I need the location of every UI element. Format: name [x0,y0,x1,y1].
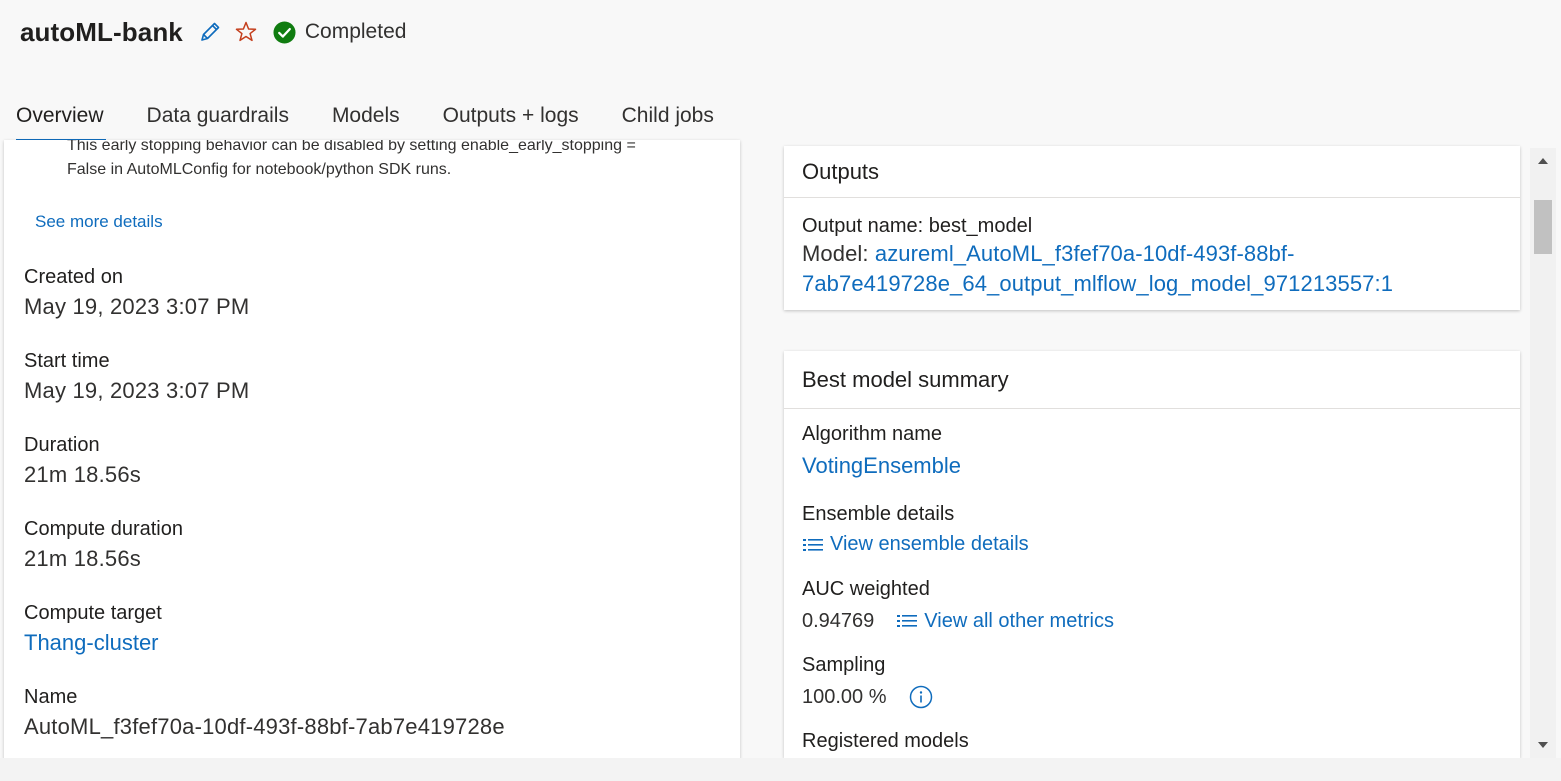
vertical-scrollbar[interactable] [1530,148,1556,758]
page-header: autoML-bank Completed Overview Data guar… [0,0,1561,142]
name-value: AutoML_f3fef70a-10df-493f-88bf-7ab7e4197… [24,714,505,739]
compute-duration-value: 21m 18.56s [24,546,141,571]
properties-panel: This early stopping behavior can be disa… [4,140,740,760]
output-model: Model: azureml_AutoML_f3fef70a-10df-493f… [802,239,1502,299]
view-all-metrics-text: View all other metrics [924,610,1114,632]
registered-models-section: Registered models [802,728,1502,754]
algorithm-section: Algorithm name VotingEnsemble [802,421,1502,481]
algorithm-label: Algorithm name [802,423,943,445]
start-time-value: May 19, 2023 3:07 PM [24,378,250,403]
auc-section: AUC weighted 0.94769 View all other metr… [802,576,1502,636]
compute-target-property: Compute target Thang-cluster [24,600,162,658]
start-time-label: Start time [24,350,110,372]
algorithm-link[interactable]: VotingEnsemble [802,451,1502,481]
scroll-up-arrow-icon[interactable] [1530,148,1556,174]
created-on-property: Created on May 19, 2023 3:07 PM [24,264,249,322]
note-line-1: This early stopping behavior can be disa… [67,140,636,154]
info-icon[interactable] [909,685,933,709]
summary-title: Best model summary [784,351,1520,409]
status-text: Completed [304,20,407,43]
outputs-title: Outputs [784,146,1520,198]
outputs-card: Outputs Output name: best_model Model: a… [784,146,1520,310]
compute-target-label: Compute target [24,602,162,624]
compute-duration-property: Compute duration 21m 18.56s [24,516,183,574]
model-link[interactable]: azureml_AutoML_f3fef70a-10df-493f-88bf- 7… [802,241,1393,296]
status-badge: Completed [273,20,407,44]
view-all-metrics-link[interactable]: View all other metrics [896,606,1114,636]
sampling-value: 100.00 % [802,686,887,708]
best-model-summary-card: Best model summary Algorithm name Voting… [784,351,1520,758]
compute-target-link[interactable]: Thang-cluster [24,628,162,658]
ensemble-label: Ensemble details [802,503,955,525]
see-more-details-link[interactable]: See more details [35,212,163,232]
tab-data-guardrails[interactable]: Data guardrails [147,96,289,142]
duration-label: Duration [24,434,100,456]
auc-label: AUC weighted [802,578,930,600]
name-label: Name [24,686,78,708]
registered-models-label: Registered models [802,730,969,752]
auc-value: 0.94769 [802,610,875,632]
start-time-property: Start time May 19, 2023 3:07 PM [24,348,249,406]
star-icon[interactable] [233,19,259,45]
view-ensemble-details-text: View ensemble details [830,533,1029,555]
bottom-strip [0,758,1561,781]
sampling-section: Sampling 100.00 % [802,652,1502,712]
created-on-label: Created on [24,266,123,288]
sampling-row: 100.00 % [802,682,1502,712]
compute-duration-label: Compute duration [24,518,183,540]
tab-models[interactable]: Models [332,96,400,142]
ensemble-section: Ensemble details View ensemble details [802,501,1502,556]
tab-outputs-logs[interactable]: Outputs + logs [443,96,579,142]
job-title: autoML-bank [20,16,183,47]
list-icon [897,615,918,627]
name-property: Name AutoML_f3fef70a-10df-493f-88bf-7ab7… [24,684,505,742]
tab-child-jobs[interactable]: Child jobs [622,96,714,142]
scrollbar-thumb[interactable] [1534,200,1552,254]
tab-overview[interactable]: Overview [16,96,106,142]
note-line-2: False in AutoMLConfig for notebook/pytho… [67,161,452,178]
duration-value: 21m 18.56s [24,462,141,487]
check-circle-icon [273,20,296,44]
model-prefix: Model: [802,241,875,266]
auc-row: 0.94769 View all other metrics [802,606,1502,636]
scroll-down-arrow-icon[interactable] [1530,732,1556,758]
list-icon [803,538,823,551]
title-row: autoML-bank Completed [20,12,406,52]
view-ensemble-details-link[interactable]: View ensemble details [802,533,1502,556]
early-stopping-note: This early stopping behavior can be disa… [67,140,727,182]
tab-bar: Overview Data guardrails Models Outputs … [16,96,757,142]
duration-property: Duration 21m 18.56s [24,432,141,490]
output-name: Output name: best_model [802,215,1033,237]
created-on-value: May 19, 2023 3:07 PM [24,294,250,319]
pencil-icon[interactable] [197,19,223,45]
sampling-label: Sampling [802,654,886,676]
